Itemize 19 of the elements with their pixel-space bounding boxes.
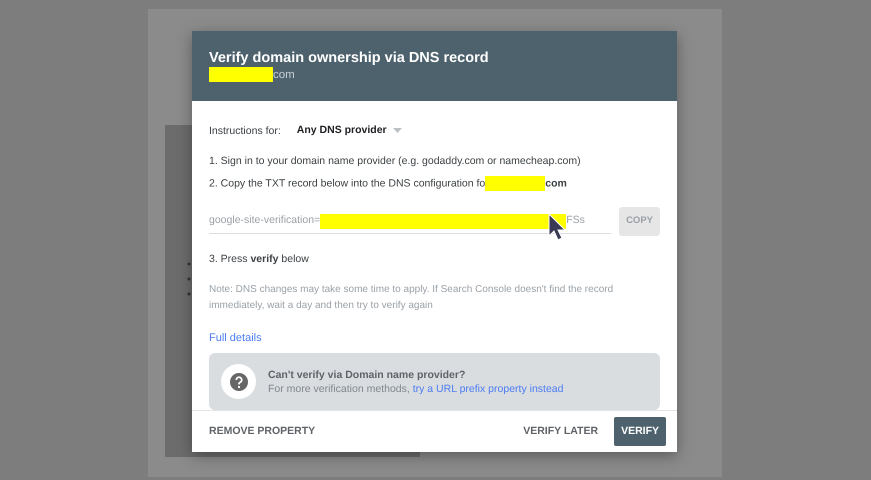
dialog-title: Verify domain ownership via DNS record <box>209 49 490 67</box>
full-details-link[interactable]: Full details <box>209 332 262 344</box>
text-button[interactable]: REMOVE PROPERTY <box>209 418 316 446</box>
domain-subtitle: com <box>209 67 660 83</box>
help-text: For more verification methods, try a URL prefix property instead <box>268 382 564 396</box>
caret-icon <box>392 128 402 134</box>
instruction-step: 1. Sign in to your domain name provider (e.g. godaddy.com or namecheap.com) <box>209 154 660 168</box>
instructions-label: Instructions for: <box>209 124 281 138</box>
verify-button[interactable]: VERIFY <box>614 416 666 446</box>
instruction-step: 3. Press verify below <box>209 252 660 266</box>
help-icon <box>221 364 256 400</box>
instruction-step: 2. Copy the TXT record below into the DNS configuration fo com <box>209 176 660 192</box>
redaction-mark <box>485 176 546 192</box>
text-button[interactable]: VERIFY LATER <box>523 418 598 446</box>
provider-dropdown[interactable]: Any DNS provider <box>296 122 402 138</box>
help-title: Can't verify via Domain name provider? <box>268 368 466 382</box>
note-text: Note: DNS changes may take some time to apply. If Search Console doesn't find the record immediately, wait a day and then try to verify again <box>209 282 614 313</box>
redaction-mark <box>209 67 273 82</box>
list-bullets-drawing <box>185 260 193 298</box>
